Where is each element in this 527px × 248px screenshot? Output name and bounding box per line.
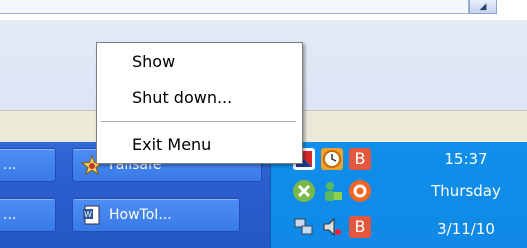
menu-item-shut-down[interactable]: Shut down... xyxy=(132,88,232,107)
b-app-icon[interactable]: B xyxy=(349,148,371,170)
taskbar-button-1[interactable]: ... xyxy=(0,148,56,182)
taskbar-button-label: HowToI... xyxy=(109,207,172,223)
svg-text:W: W xyxy=(84,210,92,219)
volume-icon[interactable] xyxy=(321,216,343,238)
word-document-icon: W xyxy=(81,205,103,225)
taskbar-button-label: ... xyxy=(3,207,17,223)
context-menu: Show Shut down... Exit Menu xyxy=(96,42,303,164)
clock-date[interactable]: 3/11/10 xyxy=(411,220,521,238)
menu-item-show[interactable]: Show xyxy=(132,52,175,71)
clock-time[interactable]: 15:37 xyxy=(411,150,521,168)
clock-icon[interactable] xyxy=(321,148,343,170)
avast-icon[interactable] xyxy=(349,180,371,202)
network-icon[interactable] xyxy=(293,216,315,238)
chevron-right-icon: ◢ xyxy=(479,1,487,12)
system-tray: B B 15:37 Thursday 3/11/10 xyxy=(270,142,527,248)
scroll-right-button[interactable]: ◢ xyxy=(469,0,497,14)
menu-item-exit-menu[interactable]: Exit Menu xyxy=(132,135,211,154)
b-app-icon[interactable]: B xyxy=(349,216,371,238)
taskbar-button-howtoi[interactable]: W HowToI... xyxy=(72,198,240,232)
taskbar-button-2[interactable]: ... xyxy=(0,198,56,232)
menu-separator xyxy=(101,121,296,123)
clock-day[interactable]: Thursday xyxy=(411,182,521,200)
taskbar-button-label: ... xyxy=(3,157,17,173)
user-status-icon[interactable] xyxy=(321,180,343,202)
horizontal-scrollbar[interactable] xyxy=(0,0,469,14)
xbox-icon[interactable] xyxy=(293,180,315,202)
window-top-strip: ◢ xyxy=(0,0,527,20)
